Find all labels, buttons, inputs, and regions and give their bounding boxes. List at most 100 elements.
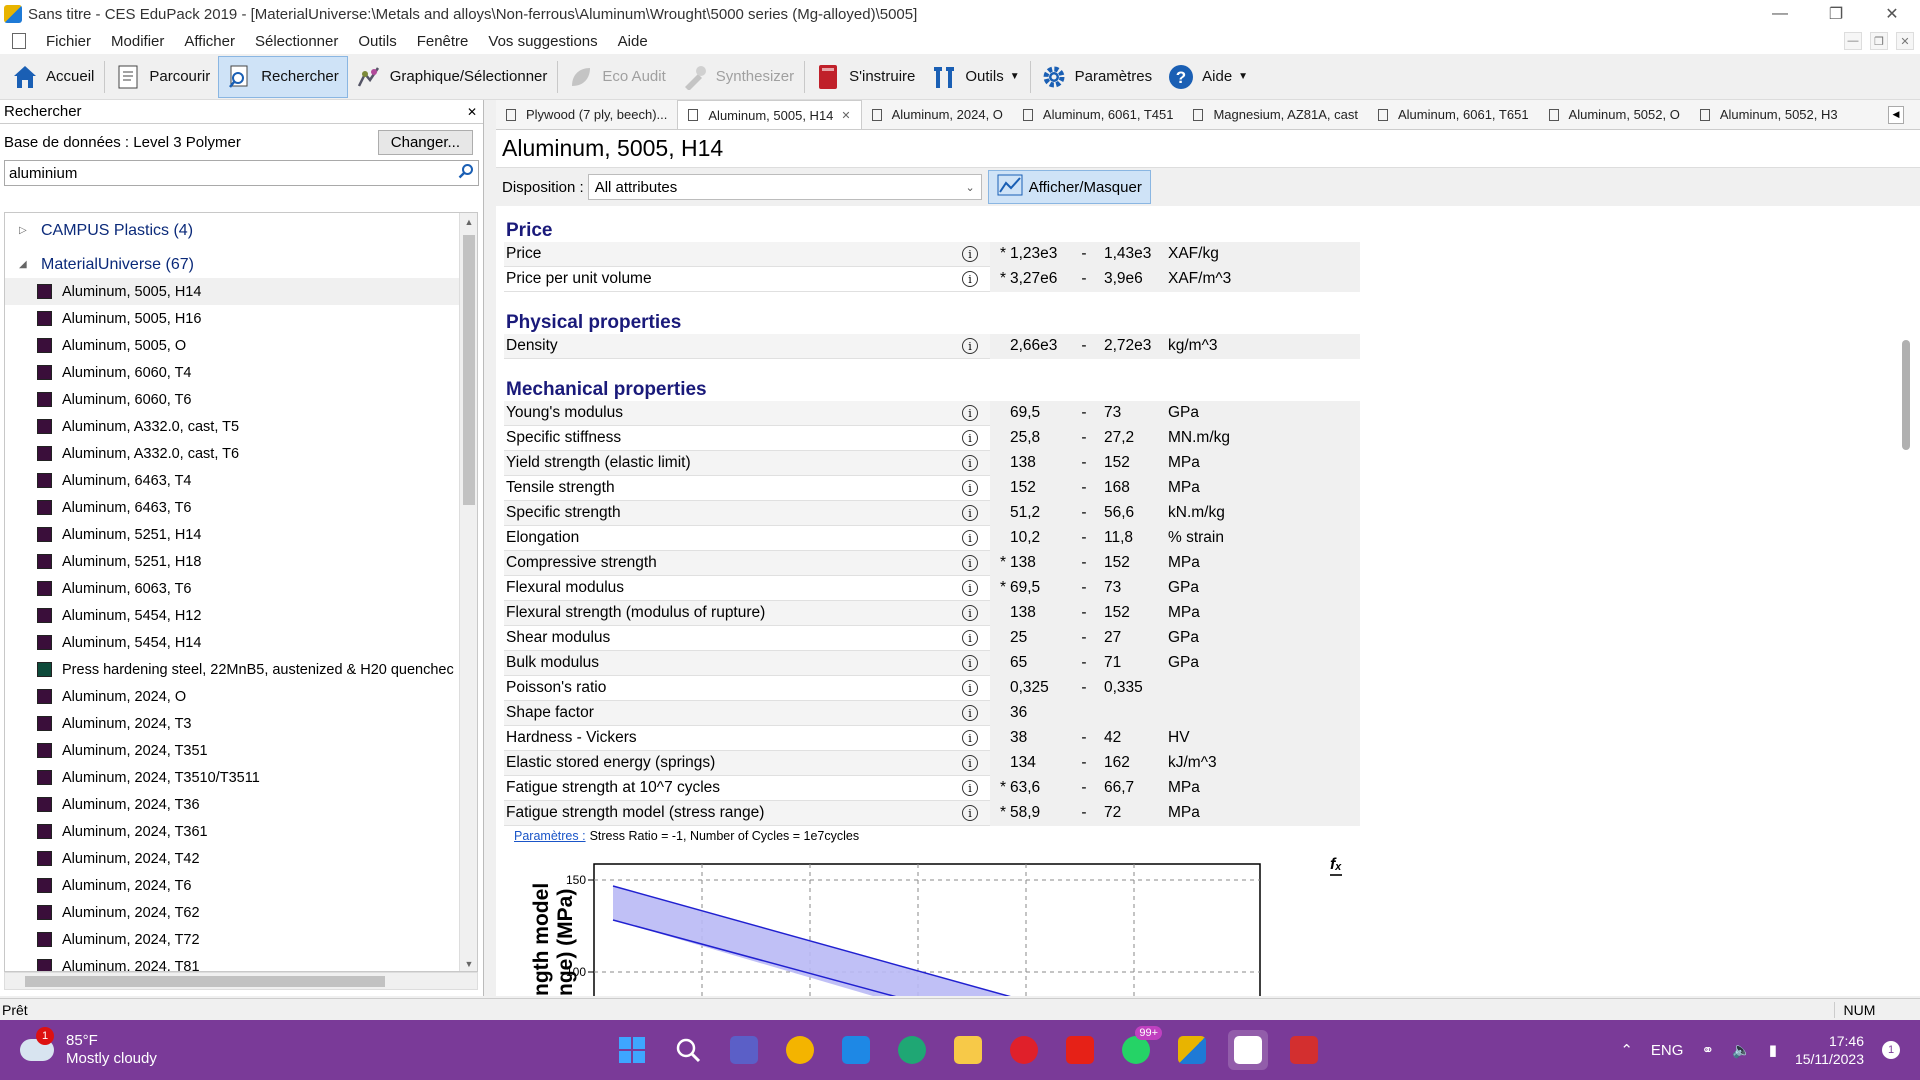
info-button[interactable]: i: [950, 605, 990, 621]
search-input[interactable]: aluminium: [4, 160, 479, 186]
tree-item[interactable]: Aluminum, 5251, H14: [5, 521, 477, 548]
disposition-select[interactable]: All attributes ⌄: [587, 174, 982, 200]
opera-icon[interactable]: [1004, 1030, 1044, 1070]
record-tab[interactable]: Aluminum, 6061, T451: [1013, 100, 1184, 129]
tree-item[interactable]: Aluminum, 2024, T3510/T3511: [5, 764, 477, 791]
tree-item[interactable]: Aluminum, 2024, O: [5, 683, 477, 710]
info-button[interactable]: i: [950, 271, 990, 287]
tree-item[interactable]: Aluminum, 6463, T6: [5, 494, 477, 521]
mdi-minimize-button[interactable]: —: [1844, 32, 1862, 50]
tree-item[interactable]: Aluminum, 5454, H12: [5, 602, 477, 629]
notification-badge[interactable]: 1: [1882, 1041, 1900, 1059]
solidworks-icon[interactable]: [1284, 1030, 1324, 1070]
mdi-restore-button[interactable]: ❐: [1870, 32, 1888, 50]
tree-item[interactable]: Aluminum, 2024, T42: [5, 845, 477, 872]
battery-icon[interactable]: ▮: [1769, 1041, 1777, 1059]
record-tab[interactable]: Magnesium, AZ81A, cast: [1183, 100, 1368, 129]
synthesizer-button[interactable]: Synthesizer: [674, 56, 802, 98]
scroll-down-icon[interactable]: ▼: [460, 955, 477, 971]
teams-icon[interactable]: [724, 1030, 764, 1070]
record-tab[interactable]: Plywood (7 ply, beech)...: [496, 100, 677, 129]
youtube-icon[interactable]: [1060, 1030, 1100, 1070]
language-indicator[interactable]: ENG: [1651, 1042, 1684, 1059]
info-button[interactable]: i: [950, 705, 990, 721]
info-button[interactable]: i: [950, 680, 990, 696]
tree-item[interactable]: Aluminum, 6060, T4: [5, 359, 477, 386]
tree-item[interactable]: Aluminum, A332.0, cast, T6: [5, 440, 477, 467]
tree-item[interactable]: Aluminum, 5251, H18: [5, 548, 477, 575]
parcourir-button[interactable]: Parcourir: [107, 56, 218, 98]
menu-afficher[interactable]: Afficher: [174, 33, 245, 50]
search-icon[interactable]: [668, 1030, 708, 1070]
tree-item[interactable]: Aluminum, 2024, T62: [5, 899, 477, 926]
eco-audit-button[interactable]: Eco Audit: [560, 56, 673, 98]
info-button[interactable]: i: [950, 480, 990, 496]
show-hide-button[interactable]: Afficher/Masquer: [987, 170, 1151, 204]
info-button[interactable]: i: [950, 780, 990, 796]
magnifier-icon[interactable]: [458, 163, 474, 183]
info-button[interactable]: i: [950, 580, 990, 596]
tree-item[interactable]: Aluminum, 5454, H14: [5, 629, 477, 656]
record-tab[interactable]: Aluminum, 5005, H14 ✕: [677, 100, 862, 129]
tree-item[interactable]: Aluminum, 2024, T361: [5, 818, 477, 845]
chart-function-icon[interactable]: fₓ: [1330, 856, 1342, 876]
volume-icon[interactable]: 🔈: [1732, 1041, 1751, 1059]
scroll-thumb[interactable]: [463, 235, 475, 505]
datasheet-scrollbar[interactable]: [1902, 340, 1910, 450]
info-button[interactable]: i: [950, 246, 990, 262]
record-tab[interactable]: Aluminum, 2024, O: [862, 100, 1013, 129]
network-icon[interactable]: ⚭: [1701, 1041, 1714, 1059]
close-tab-icon[interactable]: ✕: [841, 109, 850, 122]
info-button[interactable]: i: [950, 805, 990, 821]
info-button[interactable]: i: [950, 455, 990, 471]
minimize-button[interactable]: —: [1752, 0, 1808, 28]
menu-aide[interactable]: Aide: [608, 33, 658, 50]
rechercher-button[interactable]: Rechercher: [218, 55, 348, 98]
info-button[interactable]: i: [950, 505, 990, 521]
horizontal-scrollbar[interactable]: [4, 972, 478, 990]
tree-item[interactable]: Aluminum, 5005, H14: [5, 278, 477, 305]
accueil-button[interactable]: Accueil: [4, 56, 102, 98]
change-database-button[interactable]: Changer...: [377, 129, 473, 155]
restore-button[interactable]: ❐: [1808, 0, 1864, 28]
info-button[interactable]: i: [950, 405, 990, 421]
info-button[interactable]: i: [950, 555, 990, 571]
mdi-close-button[interactable]: ✕: [1896, 32, 1914, 50]
browser-icon[interactable]: [780, 1030, 820, 1070]
outils-button[interactable]: Outils ▼: [923, 56, 1027, 98]
tree-item[interactable]: Aluminum, 2024, T72: [5, 926, 477, 953]
record-tab[interactable]: Aluminum, 5052, O: [1539, 100, 1690, 129]
tree-item[interactable]: Aluminum, 2024, T3: [5, 710, 477, 737]
tree-item[interactable]: Aluminum, 2024, T6: [5, 872, 477, 899]
close-icon[interactable]: ✕: [467, 105, 477, 119]
clock[interactable]: 17:46 15/11/2023: [1795, 1032, 1864, 1068]
tree-item[interactable]: Aluminum, 6060, T6: [5, 386, 477, 413]
menu-modifier[interactable]: Modifier: [101, 33, 174, 50]
expand-icon[interactable]: ▷: [19, 225, 31, 236]
record-tab[interactable]: Aluminum, 5052, H3: [1690, 100, 1848, 129]
collapse-icon[interactable]: ◢: [19, 259, 31, 270]
tree-item[interactable]: Aluminum, 2024, T81: [5, 953, 477, 971]
info-button[interactable]: i: [950, 430, 990, 446]
tree-item[interactable]: Aluminum, 2024, T36: [5, 791, 477, 818]
info-button[interactable]: i: [950, 755, 990, 771]
menu-outils[interactable]: Outils: [348, 33, 406, 50]
info-button[interactable]: i: [950, 730, 990, 746]
tree-item[interactable]: Aluminum, 6063, T6: [5, 575, 477, 602]
chevron-up-icon[interactable]: ⌃: [1620, 1041, 1633, 1059]
info-button[interactable]: i: [950, 630, 990, 646]
mail-icon[interactable]: [836, 1030, 876, 1070]
parameters-link[interactable]: Paramètres :: [514, 829, 586, 843]
tree-item[interactable]: Aluminum, 6463, T4: [5, 467, 477, 494]
tree-node[interactable]: ◢ MaterialUniverse (67): [5, 251, 477, 278]
menu-suggestions[interactable]: Vos suggestions: [478, 33, 607, 50]
document-icon[interactable]: [12, 33, 26, 49]
tab-scroll-left-icon[interactable]: ◀: [1888, 105, 1904, 124]
start-icon[interactable]: [612, 1030, 652, 1070]
graphique-button[interactable]: Graphique/Sélectionner: [348, 56, 556, 98]
tree-item[interactable]: Aluminum, A332.0, cast, T5: [5, 413, 477, 440]
folder-icon[interactable]: [948, 1030, 988, 1070]
scroll-up-icon[interactable]: ▲: [460, 213, 477, 231]
info-button[interactable]: i: [950, 338, 990, 354]
info-button[interactable]: i: [950, 530, 990, 546]
